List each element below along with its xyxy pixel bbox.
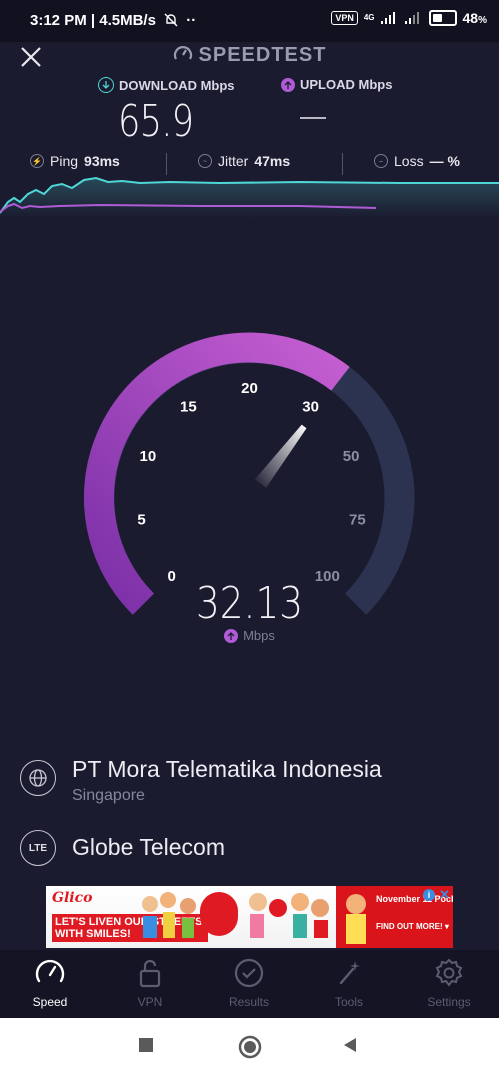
gauge-tick-label: 75 <box>349 512 366 529</box>
app-title: SPEEDTEST <box>0 44 499 67</box>
ad-right-panel: November 11 Pocky day! FIND OUT MORE! ▾ <box>336 886 453 948</box>
lock-icon <box>139 959 161 988</box>
nav-settings-label: Settings <box>427 995 471 1009</box>
nav-settings[interactable]: Settings <box>399 950 499 1018</box>
gear-icon <box>435 958 463 987</box>
gauge-tick-label: 50 <box>343 448 360 465</box>
jitter-icon: ~ <box>198 154 212 168</box>
speed-history-graph <box>0 176 499 218</box>
vpn-badge: VPN <box>331 11 358 25</box>
gauge-progress-arc <box>83 332 350 615</box>
bell-muted-icon <box>164 13 178 27</box>
battery-icon <box>428 10 457 26</box>
jitter-stat: ~ Jitter 47ms <box>198 153 290 169</box>
nav-results-label: Results <box>228 995 269 1009</box>
lte-icon: LTE <box>20 830 56 866</box>
more-dots-icon: ·· <box>186 12 197 29</box>
download-arrow-icon <box>98 77 114 93</box>
ad-close-icon[interactable]: ✕ <box>439 887 450 903</box>
nav-vpn[interactable]: VPN <box>100 950 200 1018</box>
ad-illustration <box>142 892 329 938</box>
isp-name: PT Mora Telematika Indonesia <box>72 756 382 782</box>
gauge-tick-label: 10 <box>140 448 157 465</box>
system-nav-bar <box>0 1018 499 1080</box>
loss-icon: − <box>374 154 388 168</box>
globe-icon <box>20 760 56 796</box>
nav-results[interactable]: Results <box>199 950 299 1018</box>
gauge-tick-label: 5 <box>137 512 145 529</box>
status-time: 3:12 PM <box>30 12 87 29</box>
signal-2-icon <box>404 12 419 24</box>
loss-stat: − Loss — % <box>374 153 460 169</box>
magic-wand-icon <box>339 961 360 985</box>
gauge-tick-label: 15 <box>180 399 197 416</box>
download-graph-area <box>0 178 499 218</box>
nav-tools[interactable]: Tools <box>299 950 399 1018</box>
gauge-needle <box>254 424 307 488</box>
bottom-nav: Speed VPN Results Tools Settings <box>0 950 499 1018</box>
back-icon[interactable] <box>342 1037 358 1053</box>
ping-icon: ⚡ <box>30 154 44 168</box>
ad-mascot <box>346 894 366 944</box>
current-speed-value: 32.13 <box>195 578 304 629</box>
ad-cta-button[interactable]: FIND OUT MORE! ▾ <box>376 922 449 931</box>
ad-left-panel: Glico LET'S LIVEN OUR STREETS WITH SMILE… <box>46 886 336 948</box>
network-type: 4G <box>363 13 375 22</box>
carrier-name: Globe Telecom <box>72 834 225 860</box>
nav-vpn-label: VPN <box>137 995 163 1009</box>
speedtest-logo-icon <box>173 46 192 60</box>
ping-stat: ⚡ Ping 93ms <box>30 153 120 169</box>
download-label: DOWNLOAD Mbps <box>98 77 235 93</box>
status-net-speed: 4.5MB/s <box>99 12 156 29</box>
nav-tools-label: Tools <box>334 995 363 1009</box>
upload-arrow-icon <box>281 77 295 92</box>
nav-speed[interactable]: Speed <box>0 950 100 1018</box>
ad-info-icon[interactable]: i <box>423 889 435 901</box>
ad-banner[interactable]: Glico LET'S LIVEN OUR STREETS WITH SMILE… <box>46 886 453 948</box>
status-right: VPN 4G 48% <box>331 10 487 26</box>
home-icon[interactable] <box>238 1035 262 1059</box>
status-bar: 3:12 PM | 4.5MB/s ·· VPN 4G 48% <box>0 0 499 42</box>
check-circle-icon <box>234 958 264 988</box>
battery-percent: 48% <box>462 10 487 26</box>
current-speed-unit: Mbps <box>0 628 499 643</box>
status-left: 3:12 PM | 4.5MB/s ·· <box>30 12 197 29</box>
upload-arrow-icon <box>224 628 239 643</box>
gauge-tick-label: 20 <box>241 380 258 397</box>
nav-speed-label: Speed <box>32 995 68 1009</box>
download-value: 65.9 <box>118 96 194 147</box>
upload-label: UPLOAD Mbps <box>281 77 392 92</box>
ad-brand: Glico <box>52 890 93 906</box>
recent-apps-icon[interactable] <box>138 1037 154 1053</box>
gauge-tick-label: 30 <box>302 399 319 416</box>
signal-icon <box>380 12 395 24</box>
upload-value-placeholder <box>300 117 326 119</box>
server-location: Singapore <box>72 787 145 804</box>
battery-fill <box>432 14 443 22</box>
speed-gauge-icon <box>35 959 65 983</box>
